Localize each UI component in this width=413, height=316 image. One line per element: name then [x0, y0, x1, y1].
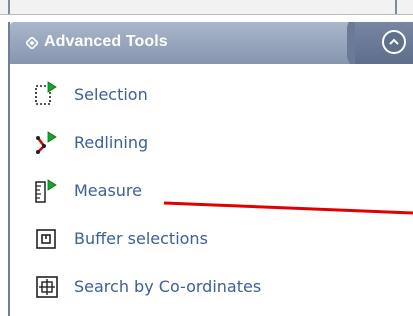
- tool-item-search-by-coordinates[interactable]: Search by Co-ordinates: [34, 270, 261, 302]
- tool-label: Buffer selections: [74, 228, 208, 248]
- panel-header[interactable]: Advanced Tools: [10, 22, 413, 64]
- tool-label: Selection: [74, 84, 148, 104]
- tool-item-measure[interactable]: Measure: [34, 174, 142, 206]
- tool-item-redlining[interactable]: Redlining: [34, 126, 148, 158]
- previous-panel-edge: [0, 0, 413, 15]
- advanced-tools-panel: Advanced Tools Selection Redlining Measu…: [8, 22, 413, 316]
- tool-label: Redlining: [74, 132, 149, 152]
- diamond-icon: [26, 37, 38, 49]
- redlining-icon: [34, 128, 60, 156]
- chevron-up-icon: [389, 38, 399, 45]
- measure-icon: [34, 176, 60, 204]
- tool-label: Search by Co-ordinates: [74, 276, 262, 296]
- screenshot-stage: Advanced Tools Selection Redlining Measu…: [0, 0, 413, 316]
- tool-label: Measure: [74, 180, 142, 200]
- divider: [395, 0, 397, 14]
- divider: [8, 0, 10, 14]
- buffer-selections-icon: [34, 224, 60, 252]
- collapse-button[interactable]: [382, 30, 406, 54]
- tool-item-selection[interactable]: Selection: [34, 78, 148, 110]
- selection-icon: [34, 80, 60, 108]
- tool-item-buffer-selections[interactable]: Buffer selections: [34, 222, 208, 254]
- search-by-coordinates-icon: [34, 272, 60, 300]
- panel-title: Advanced Tools: [44, 33, 168, 50]
- annotation-pointer-line: [163, 201, 413, 215]
